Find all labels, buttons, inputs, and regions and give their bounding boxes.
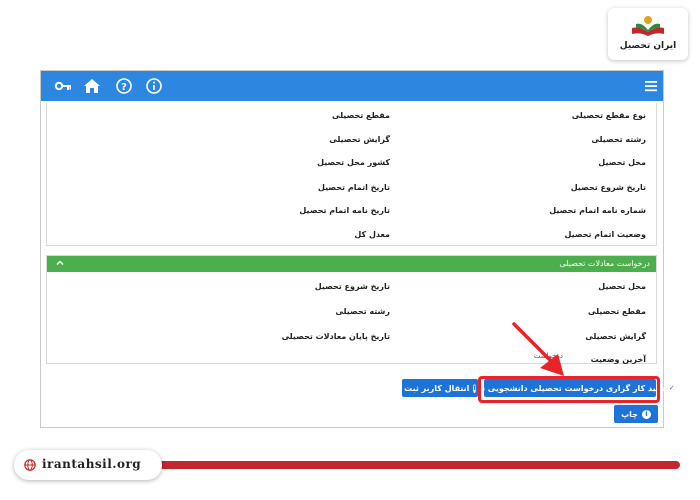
field-label: گرایش تحصیلی bbox=[585, 332, 646, 341]
panel-header[interactable]: درخواست معادلات تحصیلی bbox=[47, 256, 656, 272]
field-label: نوع مقطع تحصیلی bbox=[571, 111, 646, 120]
field-label: محل تحصیل bbox=[598, 158, 646, 167]
print-button[interactable]: i چاپ bbox=[614, 405, 658, 423]
transfer-user-button[interactable]: i انتقال کاربر ثبت bbox=[402, 379, 478, 397]
info-icon: i bbox=[641, 409, 651, 419]
education-details-panel: نوع مقطع تحصیلی مقطع تحصیلی رشته تحصیلی … bbox=[46, 103, 657, 246]
menu-icon[interactable] bbox=[642, 77, 660, 95]
top-navbar: ? bbox=[41, 71, 663, 101]
field-label: رشته تحصیلی bbox=[335, 307, 390, 316]
field-label: تاریخ پایان معادلات تحصیلی bbox=[281, 332, 390, 341]
website-url: irantahsil.org bbox=[42, 457, 142, 471]
field-label: آخرین وضعیت bbox=[590, 355, 646, 364]
field-label: تاریخ شروع تحصیل bbox=[314, 282, 390, 291]
field-label: محل تحصیل bbox=[598, 282, 646, 291]
transfer-user-label: انتقال کاربر ثبت bbox=[404, 383, 470, 393]
field-label: مقطع تحصیلی bbox=[587, 307, 646, 316]
field-label: مقطع تحصیلی bbox=[331, 111, 390, 120]
app-window: ? نوع مقطع تحصیلی مقطع تحصیلی رشته تحصیل… bbox=[40, 70, 675, 428]
field-label: معدل کل bbox=[354, 230, 390, 239]
red-arrow-icon bbox=[512, 322, 564, 376]
field-label: شماره نامه اتمام تحصیل bbox=[549, 206, 646, 215]
field-label: وضعیت اتمام تحصیل bbox=[564, 230, 646, 239]
field-label: تاریخ نامه اتمام تحصیل bbox=[299, 206, 390, 215]
chevron-up-icon[interactable] bbox=[55, 258, 65, 268]
highlight-box bbox=[478, 376, 660, 403]
info-icon[interactable] bbox=[145, 77, 163, 95]
footer-accent-bar bbox=[120, 461, 680, 469]
logo-text: ایران تحصیل bbox=[619, 41, 677, 51]
home-icon[interactable] bbox=[83, 77, 101, 95]
panel-title: درخواست معادلات تحصیلی bbox=[559, 259, 650, 268]
info-icon: i bbox=[473, 383, 476, 393]
print-label: چاپ bbox=[621, 409, 638, 419]
globe-icon bbox=[24, 459, 36, 471]
brand-logo: ایران تحصیل bbox=[608, 8, 688, 60]
key-icon[interactable] bbox=[54, 77, 72, 95]
help-icon[interactable]: ? bbox=[115, 77, 133, 95]
field-label: تاریخ اتمام تحصیل bbox=[318, 183, 390, 192]
svg-text:?: ? bbox=[121, 82, 127, 93]
website-badge[interactable]: irantahsil.org bbox=[14, 450, 162, 480]
field-label: گرایش تحصیلی bbox=[329, 135, 390, 144]
field-label: کشور محل تحصیل bbox=[317, 158, 390, 167]
field-label: رشته تحصیلی bbox=[591, 135, 646, 144]
field-label: تاریخ شروع تحصیل bbox=[570, 183, 646, 192]
check-icon: ✓ bbox=[668, 383, 675, 393]
book-logo-icon bbox=[632, 16, 664, 36]
